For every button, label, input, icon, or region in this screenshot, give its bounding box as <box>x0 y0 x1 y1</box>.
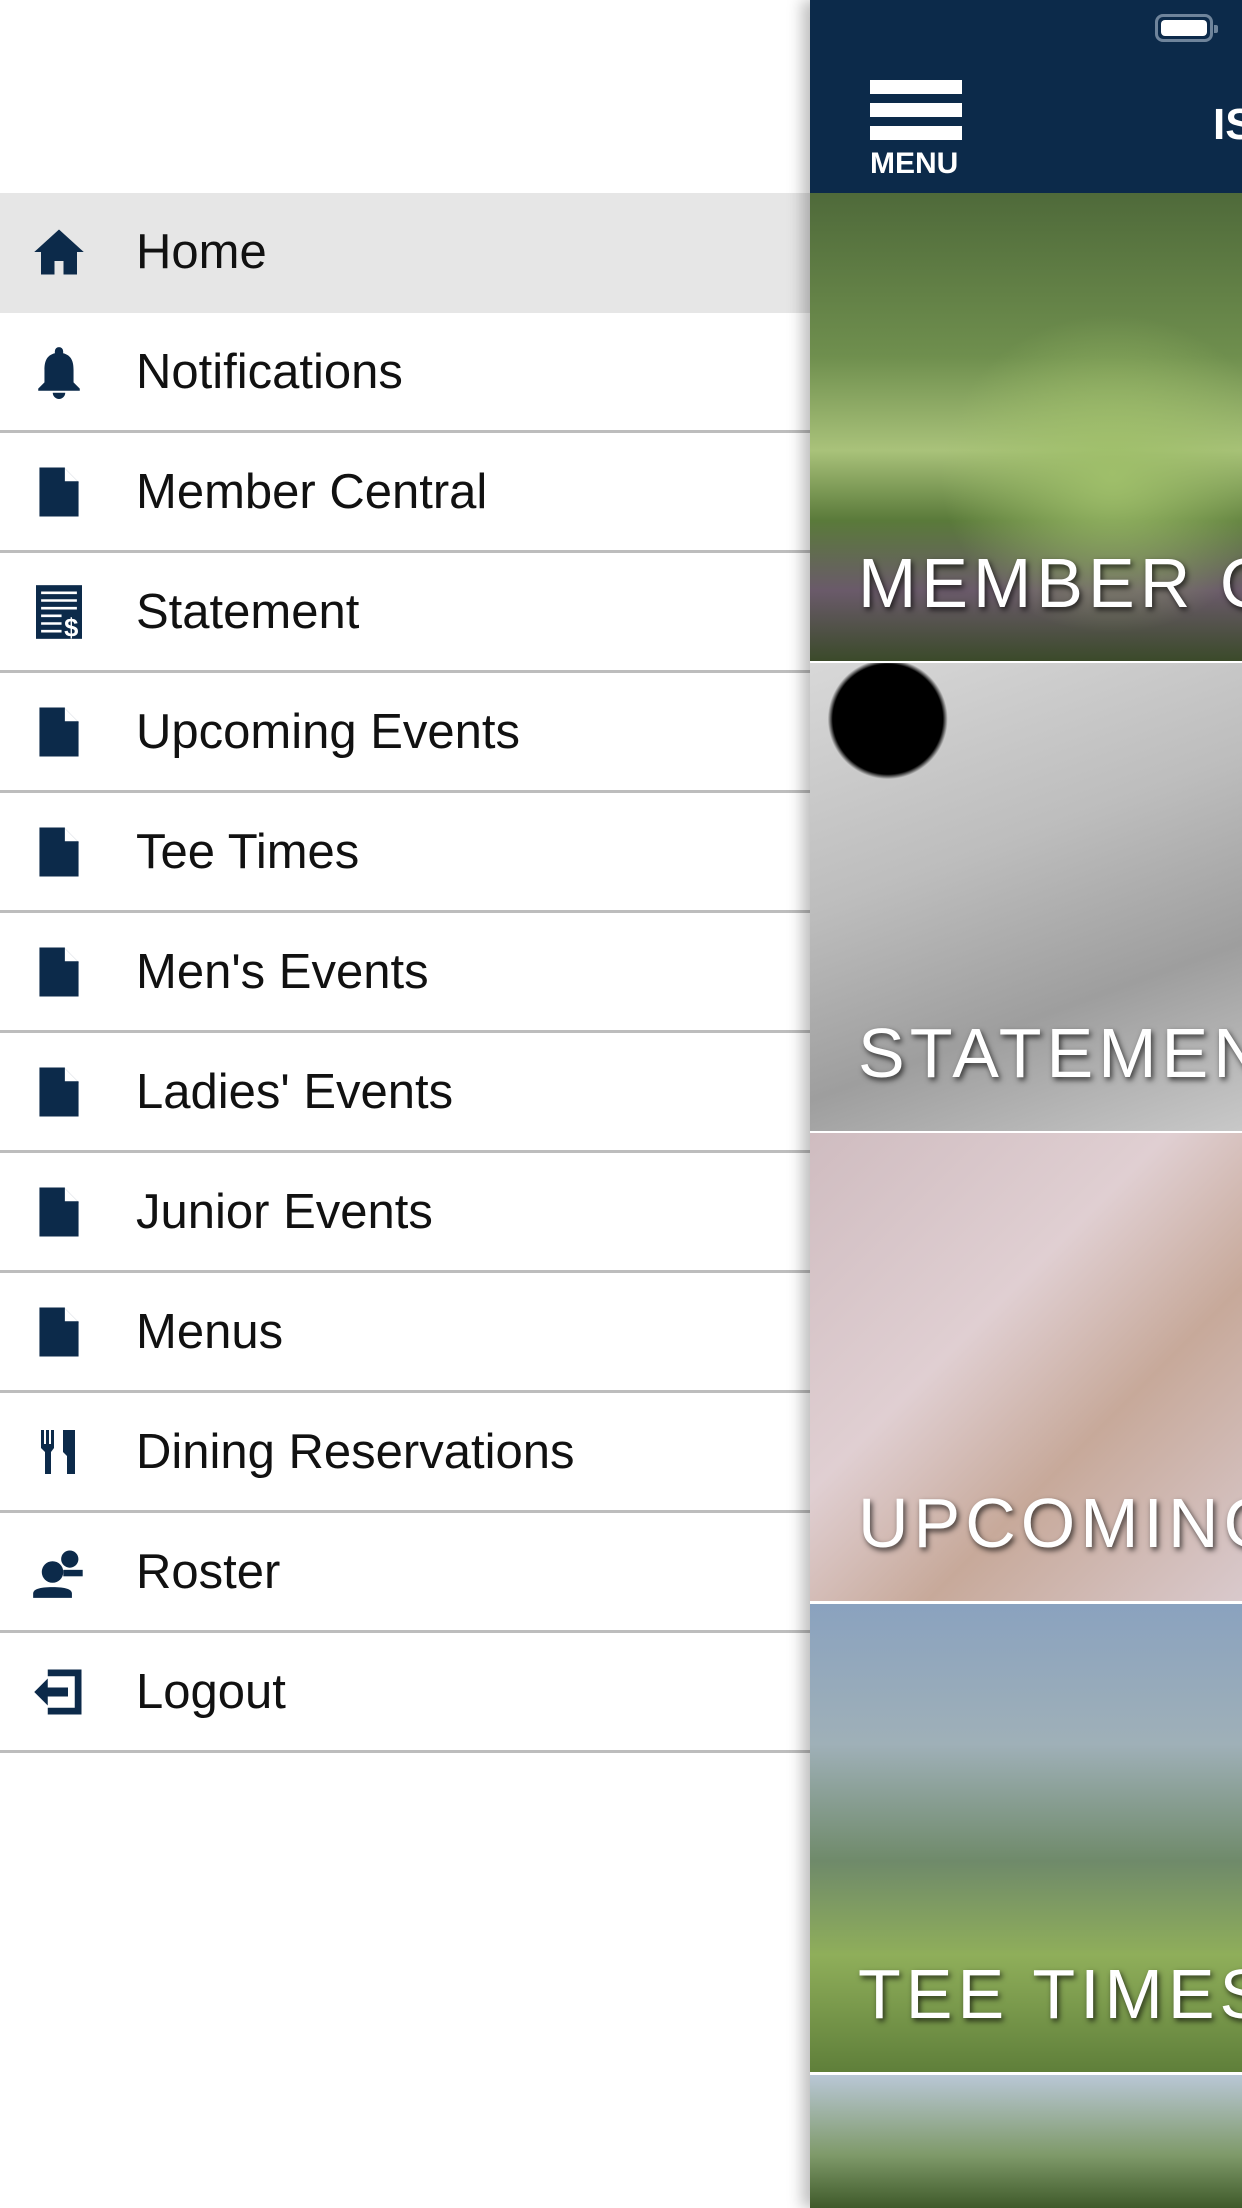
menu-item-label: Dining Reservations <box>136 1424 575 1479</box>
people-icon <box>30 1543 88 1601</box>
menu-item-label: Upcoming Events <box>136 704 521 759</box>
menu-item-label: Notifications <box>136 344 403 399</box>
menu-item-upcoming-events[interactable]: Upcoming Events <box>0 673 810 793</box>
tile-upcoming-events[interactable]: UPCOMING <box>810 1133 1242 1601</box>
menu-item-label: Menus <box>136 1304 284 1359</box>
tile-label: TEE TIMES <box>858 1955 1242 2033</box>
menu-item-member-central[interactable]: Member Central <box>0 433 810 553</box>
tile-label: STATEMEN <box>858 1014 1242 1092</box>
menu-list: Home Notifications Member Central $ Statemen… <box>0 193 810 1753</box>
app-header: MENU IS <box>810 0 1242 193</box>
menu-item-notifications[interactable]: Notifications <box>0 313 810 433</box>
document-icon <box>30 943 88 1001</box>
statement-icon: $ <box>30 583 88 641</box>
document-icon <box>30 703 88 761</box>
hamburger-icon <box>870 80 962 94</box>
tile-label: UPCOMING <box>858 1484 1242 1562</box>
menu-item-label: Junior Events <box>136 1184 433 1239</box>
document-icon <box>30 1303 88 1361</box>
hamburger-icon-bar <box>870 103 962 117</box>
document-icon <box>30 463 88 521</box>
menu-item-ladies-events[interactable]: Ladies' Events <box>0 1033 810 1153</box>
menu-item-men-s-events[interactable]: Men's Events <box>0 913 810 1033</box>
hamburger-icon-bar <box>870 126 962 140</box>
menu-item-label: Logout <box>136 1664 286 1719</box>
document-icon <box>30 1183 88 1241</box>
menu-item-label: Roster <box>136 1544 281 1599</box>
menu-item-tee-times[interactable]: Tee Times <box>0 793 810 913</box>
menu-item-menus[interactable]: Menus <box>0 1273 810 1393</box>
menu-item-dining-reservations[interactable]: Dining Reservations <box>0 1393 810 1513</box>
menu-label: MENU <box>870 147 959 180</box>
tile-next[interactable] <box>810 2075 1242 2208</box>
menu-item-label: Tee Times <box>136 824 360 879</box>
battery-icon <box>1155 14 1218 42</box>
menu-item-label: Men's Events <box>136 944 429 999</box>
document-icon <box>30 1063 88 1121</box>
tile-label: MEMBER C <box>858 544 1242 622</box>
menu-item-statement[interactable]: $ Statement <box>0 553 810 673</box>
logout-icon <box>30 1663 88 1721</box>
svg-text:$: $ <box>64 614 78 639</box>
main-content: MENU IS MEMBER C STATEMEN UPCOMING TEE T… <box>810 0 1242 2208</box>
header-title: IS <box>1213 100 1242 149</box>
tile-member-central[interactable]: MEMBER C <box>810 193 1242 661</box>
tile-tee-times[interactable]: TEE TIMES <box>810 1604 1242 2072</box>
bell-icon <box>30 343 88 401</box>
menu-item-roster[interactable]: Roster <box>0 1513 810 1633</box>
tile-statement[interactable]: STATEMEN <box>810 663 1242 1131</box>
menu-item-label: Statement <box>136 584 360 639</box>
document-icon <box>30 823 88 881</box>
menu-item-label: Home <box>136 224 267 279</box>
menu-item-junior-events[interactable]: Junior Events <box>0 1153 810 1273</box>
fork-knife-icon <box>30 1423 88 1481</box>
menu-item-home[interactable]: Home <box>0 193 810 313</box>
menu-item-label: Ladies' Events <box>136 1064 454 1119</box>
home-icon <box>30 223 88 281</box>
menu-item-label: Member Central <box>136 464 488 519</box>
menu-item-logout[interactable]: Logout <box>0 1633 810 1753</box>
navigation-drawer: Home Notifications Member Central $ Statemen… <box>0 0 810 2208</box>
menu-button[interactable]: MENU <box>870 80 962 181</box>
